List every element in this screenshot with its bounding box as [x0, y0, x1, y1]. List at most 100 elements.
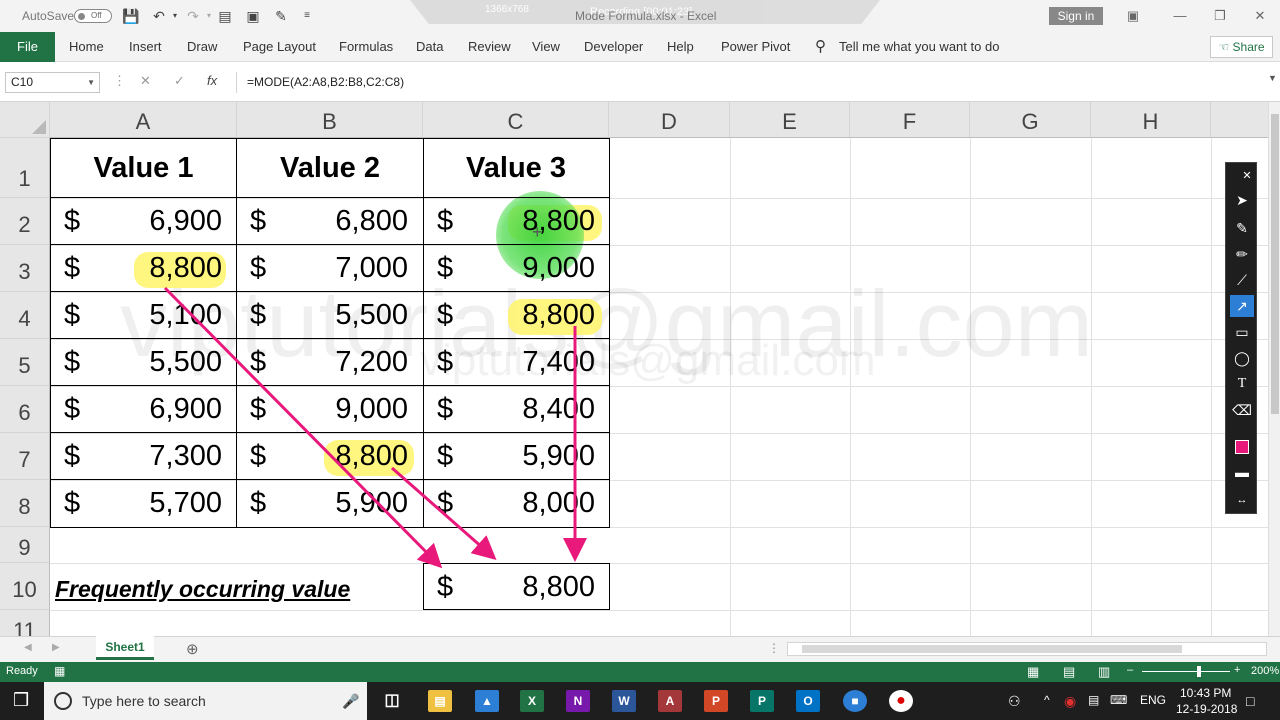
- clock-date[interactable]: 12-19-2018: [1176, 702, 1237, 716]
- macro-record-icon[interactable]: ▦: [54, 664, 65, 678]
- taskbar-search-box[interactable]: Type here to search 🎤: [44, 682, 367, 720]
- arrow-a3: [163, 286, 443, 569]
- sign-in-button[interactable]: Sign in: [1049, 7, 1103, 25]
- marker-icon[interactable]: ✏: [1230, 243, 1254, 265]
- windows-taskbar: ❒ Type here to search 🎤 ◫ ▤ ▲ X N W A P …: [0, 682, 1280, 720]
- autosave-toggle[interactable]: Off: [74, 9, 112, 23]
- screenshot-icon[interactable]: ✎: [272, 7, 290, 25]
- worksheet-grid[interactable]: A B C D E F G H 1 2 3 4 5 6 7 8 9 10 11 …: [0, 102, 1268, 636]
- normal-view-icon[interactable]: ▦: [1027, 664, 1039, 680]
- recorder-app-icon[interactable]: ■: [843, 690, 867, 712]
- split-handle-icon[interactable]: ⋮: [768, 641, 780, 655]
- people-icon[interactable]: ⚇: [1008, 693, 1021, 710]
- tab-developer[interactable]: Developer: [584, 32, 643, 62]
- sheet-tab-sheet1[interactable]: Sheet1: [96, 636, 154, 660]
- chevron-down-icon[interactable]: ▼: [87, 73, 95, 92]
- more-options-icon[interactable]: ⋮: [113, 73, 126, 89]
- zoom-out-icon[interactable]: –: [1127, 664, 1133, 676]
- powerpoint-app-icon[interactable]: P: [704, 690, 728, 712]
- eraser-icon[interactable]: ⌫: [1230, 399, 1254, 421]
- tab-view[interactable]: View: [532, 32, 560, 62]
- cortana-icon: [54, 692, 72, 710]
- close-icon[interactable]: ✕: [1240, 165, 1254, 187]
- confirm-entry-icon[interactable]: ✓: [174, 73, 185, 89]
- presentation-icon[interactable]: ▣: [244, 7, 262, 25]
- annotation-palette: ✕ ➤ ✎ ✏ ⟋ ↗ ▭ ◯ T ⌫ ▬ ↔: [1225, 162, 1257, 514]
- tab-page-layout[interactable]: Page Layout: [243, 32, 316, 62]
- notifications-icon[interactable]: □: [1246, 693, 1254, 709]
- keyboard-icon[interactable]: ⌨: [1110, 693, 1127, 707]
- minimize-icon[interactable]: —: [1170, 6, 1190, 26]
- file-explorer-icon[interactable]: ▤: [428, 690, 452, 712]
- page-break-view-icon[interactable]: ▥: [1098, 664, 1110, 680]
- rectangle-icon[interactable]: ▭: [1230, 321, 1254, 343]
- scrollbar-thumb[interactable]: [1271, 114, 1279, 414]
- tab-home[interactable]: Home: [69, 32, 104, 62]
- ribbon-display-options-icon[interactable]: ▣: [1123, 6, 1143, 26]
- status-ready: Ready: [6, 665, 38, 677]
- windows-start-icon[interactable]: ❒: [13, 690, 29, 711]
- recording-tray-icon[interactable]: ◉: [1064, 693, 1076, 710]
- record-app-icon[interactable]: ●: [889, 690, 913, 712]
- page-layout-view-icon[interactable]: ▤: [1063, 664, 1075, 680]
- tab-formulas[interactable]: Formulas: [339, 32, 393, 62]
- zoom-level[interactable]: 200%: [1251, 665, 1279, 677]
- tab-data[interactable]: Data: [416, 32, 443, 62]
- stroke-width-icon[interactable]: ▬: [1230, 461, 1254, 483]
- tab-review[interactable]: Review: [468, 32, 511, 62]
- horizontal-scrollbar[interactable]: [787, 642, 1267, 656]
- clock-time[interactable]: 10:43 PM: [1180, 686, 1231, 700]
- network-icon[interactable]: ▤: [1088, 693, 1099, 707]
- arrow-tool-icon[interactable]: ↗: [1230, 295, 1254, 317]
- expand-formula-bar-icon[interactable]: ▼: [1268, 73, 1277, 83]
- share-label: Share: [1232, 40, 1265, 54]
- share-button[interactable]: ☜ Share: [1210, 36, 1273, 58]
- customize-toolbar-icon[interactable]: ≡: [298, 7, 316, 25]
- crosshair-cursor-icon: +: [532, 222, 543, 242]
- tab-help[interactable]: Help: [667, 32, 694, 62]
- zoom-slider[interactable]: [1142, 671, 1230, 672]
- tab-draw[interactable]: Draw: [187, 32, 217, 62]
- task-view-icon[interactable]: ◫: [380, 690, 404, 712]
- store-icon[interactable]: ▲: [475, 690, 499, 712]
- vertical-scrollbar[interactable]: [1268, 102, 1280, 636]
- shapes-icon[interactable]: ◯: [1230, 347, 1254, 369]
- tab-power-pivot[interactable]: Power Pivot: [721, 32, 790, 62]
- language-indicator[interactable]: ENG: [1140, 693, 1166, 707]
- scrollbar-thumb[interactable]: [802, 645, 1182, 653]
- next-sheet-icon[interactable]: ▶: [52, 642, 60, 653]
- zoom-in-icon[interactable]: +: [1234, 664, 1240, 676]
- tab-insert[interactable]: Insert: [129, 32, 162, 62]
- color-swatch-icon[interactable]: [1230, 435, 1254, 457]
- text-icon[interactable]: T: [1230, 373, 1254, 395]
- restore-icon[interactable]: ❐: [1210, 6, 1230, 26]
- tab-file[interactable]: File: [0, 32, 55, 62]
- formula-input[interactable]: =MODE(A2:A8,B2:B8,C2:C8): [236, 72, 1266, 93]
- excel-app-icon[interactable]: X: [520, 690, 544, 712]
- undo-dropdown-icon[interactable]: ▾: [166, 7, 184, 25]
- form-icon[interactable]: ▤: [216, 7, 234, 25]
- name-box[interactable]: C10 ▼: [5, 72, 100, 93]
- microphone-icon[interactable]: 🎤: [342, 682, 359, 720]
- share-icon: ☜: [1218, 40, 1233, 54]
- access-app-icon[interactable]: A: [658, 690, 682, 712]
- insert-function-icon[interactable]: fx: [207, 73, 217, 88]
- cancel-entry-icon[interactable]: ✕: [140, 73, 151, 89]
- pen-icon[interactable]: ✎: [1230, 217, 1254, 239]
- outlook-app-icon[interactable]: O: [796, 690, 820, 712]
- close-icon[interactable]: ✕: [1250, 6, 1270, 26]
- word-app-icon[interactable]: W: [612, 690, 636, 712]
- lightbulb-search-icon[interactable]: ⚲: [815, 32, 826, 62]
- show-hidden-icons-icon[interactable]: ^: [1044, 693, 1050, 707]
- onenote-app-icon[interactable]: N: [566, 690, 590, 712]
- publisher-app-icon[interactable]: P: [750, 690, 774, 712]
- tell-me-box[interactable]: Tell me what you want to do: [839, 32, 999, 62]
- zoom-slider-thumb[interactable]: [1197, 666, 1201, 677]
- add-sheet-icon[interactable]: ⊕: [186, 640, 199, 658]
- line-icon[interactable]: ⟋: [1230, 269, 1254, 291]
- prev-sheet-icon[interactable]: ◀: [24, 642, 32, 653]
- document-title: Mode Formula.xlsx - Excel: [575, 9, 717, 23]
- save-icon[interactable]: 💾: [122, 7, 140, 25]
- pointer-icon[interactable]: ➤: [1230, 189, 1254, 211]
- expand-palette-icon[interactable]: ↔: [1230, 489, 1254, 511]
